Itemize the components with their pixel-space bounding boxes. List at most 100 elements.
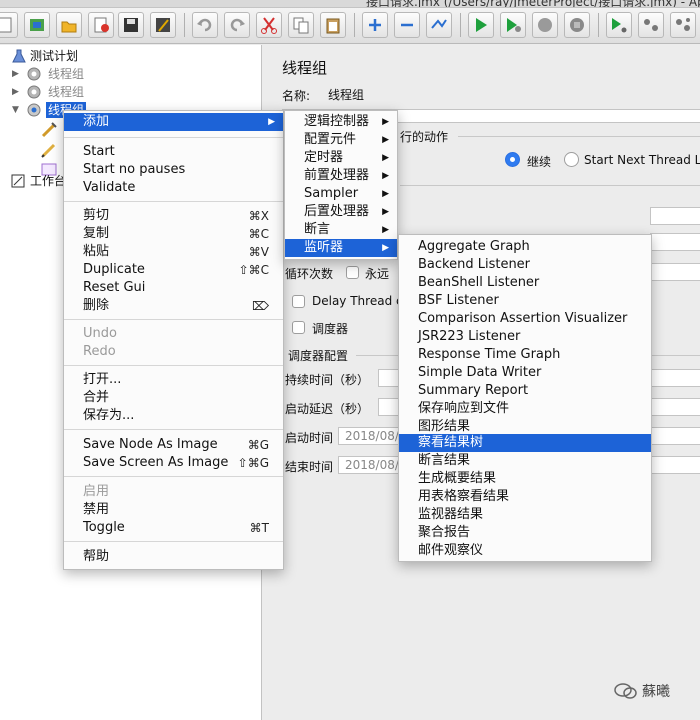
save-icon[interactable] bbox=[118, 12, 144, 38]
menu-item-paste[interactable]: 粘贴 ⌘V bbox=[64, 243, 283, 261]
start-next-thread-radio[interactable] bbox=[564, 152, 579, 167]
open-folder-icon[interactable] bbox=[56, 12, 82, 38]
thread-count-field[interactable] bbox=[650, 207, 700, 225]
chevron-right-icon: ▶ bbox=[382, 171, 389, 181]
templates-icon[interactable] bbox=[24, 12, 50, 38]
submenu-item-timer[interactable]: 定时器 ▶ bbox=[285, 149, 397, 167]
toolbar-separator bbox=[598, 13, 599, 37]
collapse-icon[interactable] bbox=[394, 12, 420, 38]
delay-thread-label: Delay Thread c bbox=[312, 294, 403, 308]
shortcut-label: ⌘T bbox=[249, 521, 269, 535]
menu-item-label: 用表格察看结果 bbox=[418, 489, 510, 504]
loop-count-field[interactable] bbox=[650, 263, 700, 281]
listener-jsr223-listener[interactable]: JSR223 Listener bbox=[399, 328, 651, 346]
tree-item-thread-group[interactable]: ▶ 线程组 bbox=[8, 84, 208, 100]
listener-summary-report[interactable]: Summary Report bbox=[399, 382, 651, 400]
continue-radio[interactable] bbox=[505, 152, 520, 167]
listener-monitor-results[interactable]: 监视器结果 bbox=[399, 506, 651, 524]
listener-aggregate-graph[interactable]: Aggregate Graph bbox=[399, 238, 651, 256]
submenu-item-listener[interactable]: 监听器 ▶ bbox=[285, 239, 397, 257]
menu-item-start-no-pauses[interactable]: Start no pauses bbox=[64, 161, 283, 179]
menu-item-label: JSR223 Listener bbox=[418, 329, 521, 344]
menu-item-duplicate[interactable]: Duplicate ⇧⌘C bbox=[64, 261, 283, 279]
listener-comparison-assertion-visualizer[interactable]: Comparison Assertion Visualizer bbox=[399, 310, 651, 328]
forever-checkbox[interactable] bbox=[346, 266, 359, 279]
listener-aggregate-report[interactable]: 聚合报告 bbox=[399, 524, 651, 542]
listener-bsf-listener[interactable]: BSF Listener bbox=[399, 292, 651, 310]
remote-exit-icon[interactable] bbox=[670, 12, 696, 38]
menu-item-label: 监听器 bbox=[304, 240, 344, 255]
menu-item-toggle[interactable]: Toggle ⌘T bbox=[64, 519, 283, 537]
chevron-right-icon[interactable]: ▶ bbox=[12, 84, 19, 100]
new-icon[interactable] bbox=[0, 12, 18, 38]
expand-icon[interactable] bbox=[362, 12, 388, 38]
menu-item-save-as[interactable]: 保存为... bbox=[64, 407, 283, 425]
delay-thread-checkbox[interactable] bbox=[292, 295, 305, 308]
menu-item-start[interactable]: Start bbox=[64, 143, 283, 161]
toggle-icon[interactable] bbox=[426, 12, 452, 38]
shortcut-label: ⌘C bbox=[248, 227, 269, 241]
cut-icon[interactable] bbox=[256, 12, 282, 38]
context-menu: 添加 ▶ Start Start no pauses Validate 剪切 ⌘… bbox=[63, 110, 284, 570]
menu-item-label: Duplicate bbox=[83, 262, 145, 277]
undo-icon[interactable] bbox=[192, 12, 218, 38]
remote-stop-icon[interactable] bbox=[638, 12, 664, 38]
menu-item-reset-gui[interactable]: Reset Gui bbox=[64, 279, 283, 297]
menu-item-save-screen-image[interactable]: Save Screen As Image ⇧⌘G bbox=[64, 454, 283, 472]
submenu-item-assertion[interactable]: 断言 ▶ bbox=[285, 221, 397, 239]
menu-item-redo: Redo bbox=[64, 343, 283, 361]
close-file-icon[interactable] bbox=[88, 12, 114, 38]
menu-item-open[interactable]: 打开... bbox=[64, 371, 283, 389]
redo-icon[interactable] bbox=[224, 12, 250, 38]
menu-item-label: 监视器结果 bbox=[418, 507, 484, 522]
chevron-right-icon[interactable]: ▶ bbox=[12, 66, 19, 82]
menu-item-label: Save Screen As Image bbox=[83, 455, 229, 470]
menu-item-add[interactable]: 添加 ▶ bbox=[64, 113, 283, 131]
listener-response-time-graph[interactable]: Response Time Graph bbox=[399, 346, 651, 364]
menu-separator bbox=[64, 137, 283, 138]
submenu-item-pre-processor[interactable]: 前置处理器 ▶ bbox=[285, 167, 397, 185]
menu-item-label: Validate bbox=[83, 180, 136, 195]
menu-separator bbox=[64, 365, 283, 366]
menu-item-validate[interactable]: Validate bbox=[64, 179, 283, 197]
scheduler-checkbox[interactable] bbox=[292, 321, 305, 334]
menu-item-label: BSF Listener bbox=[418, 293, 499, 308]
listener-backend-listener[interactable]: Backend Listener bbox=[399, 256, 651, 274]
listener-mailer-visualizer[interactable]: 邮件观察仪 bbox=[399, 542, 651, 560]
menu-item-disable[interactable]: 禁用 bbox=[64, 501, 283, 519]
tree-item-test-plan[interactable]: 测试计划 bbox=[8, 48, 208, 64]
submenu-item-sampler[interactable]: Sampler ▶ bbox=[285, 185, 397, 203]
menu-item-delete[interactable]: 删除 ⌦ bbox=[64, 297, 283, 315]
submenu-item-post-processor[interactable]: 后置处理器 ▶ bbox=[285, 203, 397, 221]
menu-item-save-node-image[interactable]: Save Node As Image ⌘G bbox=[64, 436, 283, 454]
name-field[interactable]: 线程组 bbox=[322, 85, 700, 103]
gear-icon bbox=[26, 102, 42, 122]
tree-item-thread-group[interactable]: ▶ 线程组 bbox=[8, 66, 208, 82]
listener-view-results-tree[interactable]: 察看结果树 bbox=[399, 434, 651, 452]
submenu-item-logic-controller[interactable]: 逻辑控制器 ▶ bbox=[285, 113, 397, 131]
ramp-up-field[interactable] bbox=[650, 233, 700, 251]
menu-item-merge[interactable]: 合并 bbox=[64, 389, 283, 407]
chevron-right-icon: ▶ bbox=[382, 189, 389, 199]
stop-icon[interactable] bbox=[532, 12, 558, 38]
listener-generate-summary[interactable]: 生成概要结果 bbox=[399, 470, 651, 488]
save-as-icon[interactable] bbox=[150, 12, 176, 38]
menu-item-label: Comparison Assertion Visualizer bbox=[418, 311, 628, 326]
listener-simple-data-writer[interactable]: Simple Data Writer bbox=[399, 364, 651, 382]
start-icon[interactable] bbox=[468, 12, 494, 38]
copy-icon[interactable] bbox=[288, 12, 314, 38]
listener-save-responses[interactable]: 保存响应到文件 bbox=[399, 400, 651, 418]
menu-item-label: Sampler bbox=[304, 186, 359, 201]
listener-beanshell-listener[interactable]: BeanShell Listener bbox=[399, 274, 651, 292]
remote-start-icon[interactable] bbox=[606, 12, 632, 38]
listener-view-results-table[interactable]: 用表格察看结果 bbox=[399, 488, 651, 506]
submenu-item-config-element[interactable]: 配置元件 ▶ bbox=[285, 131, 397, 149]
chevron-down-icon[interactable]: ▼ bbox=[12, 102, 19, 118]
menu-item-copy[interactable]: 复制 ⌘C bbox=[64, 225, 283, 243]
paste-icon[interactable] bbox=[320, 12, 346, 38]
menu-item-help[interactable]: 帮助 bbox=[64, 548, 283, 566]
listener-assertion-results[interactable]: 断言结果 bbox=[399, 452, 651, 470]
shutdown-icon[interactable] bbox=[564, 12, 590, 38]
start-no-pauses-icon[interactable] bbox=[500, 12, 526, 38]
menu-item-cut[interactable]: 剪切 ⌘X bbox=[64, 207, 283, 225]
